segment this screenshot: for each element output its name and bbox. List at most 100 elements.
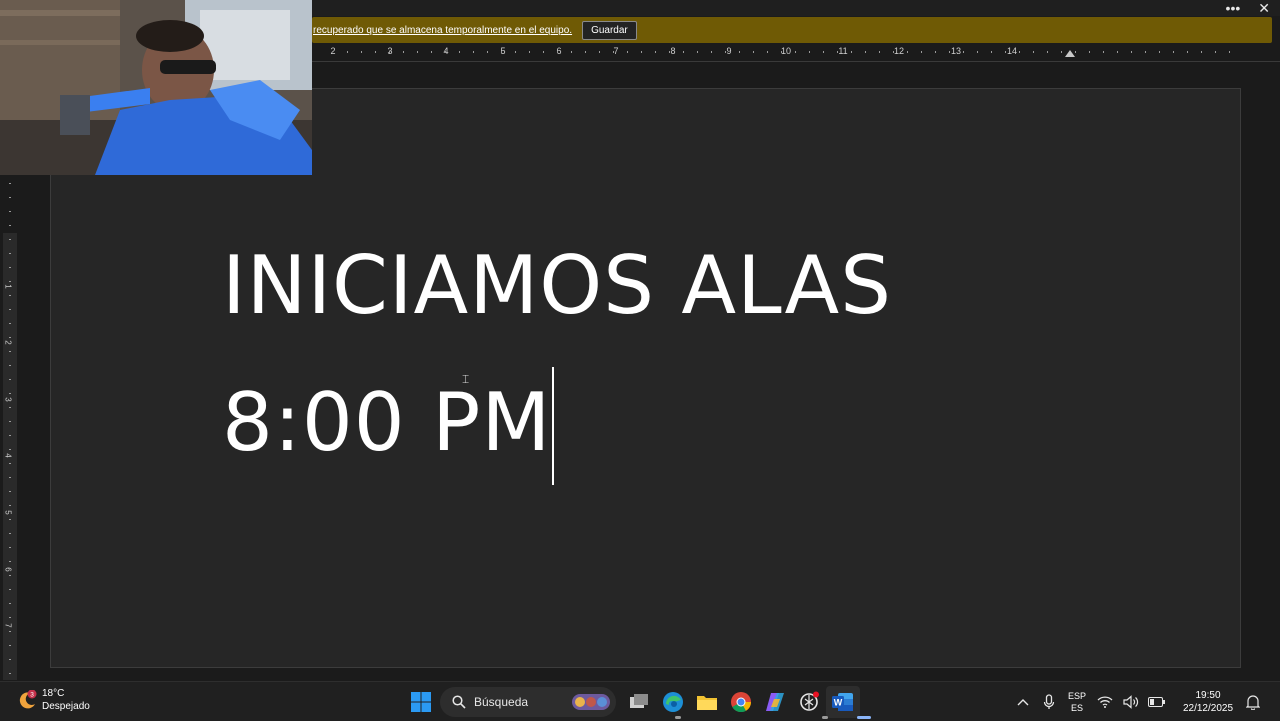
ruler-number: 14	[1006, 46, 1018, 56]
ruler-tick	[1215, 51, 1216, 53]
file-explorer-icon[interactable]	[690, 686, 724, 718]
horizontal-ruler[interactable]: 2 3 4 5 6 7 8 9 10 11 12 13 14	[312, 44, 1280, 60]
ruler-tick	[949, 51, 950, 53]
webcam-image	[0, 0, 312, 175]
vertical-ruler-tick	[9, 477, 11, 478]
ruler-tick	[669, 51, 670, 53]
vertical-ruler-number: 2	[3, 340, 13, 345]
ruler-number: 9	[726, 46, 732, 56]
ruler-number: 2	[330, 46, 336, 56]
volume-icon[interactable]	[1118, 686, 1144, 718]
vertical-ruler-tick	[9, 533, 11, 534]
vertical-ruler-tick	[9, 519, 11, 520]
battery-icon[interactable]	[1144, 686, 1170, 718]
ruler-divider	[312, 61, 1280, 62]
edge-icon[interactable]	[656, 686, 690, 718]
weather-widget[interactable]: 3 18°C Despejado	[18, 687, 90, 713]
ruler-tick	[767, 51, 768, 53]
ruler-tick	[1187, 51, 1188, 53]
ruler-tick	[515, 51, 516, 53]
vertical-ruler-tick	[9, 183, 11, 184]
ruler-tick	[1159, 51, 1160, 53]
ruler-tick	[1019, 51, 1020, 53]
weather-condition-label: Despejado	[42, 701, 90, 712]
ruler-tick	[501, 51, 502, 53]
vertical-ruler-number: 5	[3, 510, 13, 515]
document-text-line[interactable]: 8:00 PM	[222, 376, 551, 469]
ruler-tick	[1061, 51, 1062, 53]
vertical-ruler-tick	[9, 449, 11, 450]
document-text-line[interactable]: INICIAMOS ALAS	[222, 239, 892, 332]
right-indent-marker[interactable]	[1065, 50, 1075, 57]
weather-moon-icon: 3	[18, 689, 38, 710]
search-box[interactable]: Búsqueda	[440, 687, 616, 717]
system-tray: ESP ES 19:50 22/12/2025	[1010, 686, 1266, 718]
ruler-tick	[1075, 51, 1076, 53]
ruler-tick	[865, 51, 866, 53]
ruler-tick	[725, 51, 726, 53]
ruler-tick	[739, 51, 740, 53]
vertical-ruler-tick	[9, 337, 11, 338]
ruler-tick	[921, 51, 922, 53]
mouse-ibeam-cursor: ⌶	[462, 372, 470, 386]
ruler-tick	[1229, 51, 1230, 53]
save-button[interactable]: Guardar	[582, 20, 637, 40]
vertical-ruler-tick	[9, 673, 11, 674]
ruler-tick	[893, 51, 894, 53]
ruler-tick	[1201, 51, 1202, 53]
ruler-tick	[347, 51, 348, 53]
show-hidden-icons-chevron-icon[interactable]	[1010, 686, 1036, 718]
clock[interactable]: 19:50 22/12/2025	[1176, 686, 1240, 718]
weather-text: 18°C Despejado	[42, 687, 90, 713]
ruler-tick	[1117, 51, 1118, 53]
chatgpt-icon[interactable]	[792, 686, 826, 718]
ruler-tick	[1103, 51, 1104, 53]
ruler-tick	[655, 51, 656, 53]
vertical-ruler-tick	[9, 379, 11, 380]
ruler-tick	[529, 51, 530, 53]
ruler-tick	[431, 51, 432, 53]
search-icon	[452, 695, 466, 709]
vertical-ruler-tick	[9, 253, 11, 254]
document-page[interactable]: INICIAMOS ALAS 8:00 PM ⌶	[50, 88, 1241, 668]
vertical-ruler-tick	[9, 365, 11, 366]
ruler-tick	[403, 51, 404, 53]
wifi-icon[interactable]	[1092, 686, 1118, 718]
search-highlight-icon	[572, 694, 610, 710]
windows-start-icon[interactable]	[404, 686, 438, 718]
ruler-tick	[1089, 51, 1090, 53]
recovery-message-bar: recuperado que se almacena temporalmente…	[312, 17, 1272, 43]
vertical-ruler-number: 7	[3, 623, 13, 628]
ruler-tick	[781, 51, 782, 53]
word-icon[interactable]: W	[826, 686, 860, 718]
microphone-icon[interactable]	[1036, 686, 1062, 718]
ruler-tick	[1131, 51, 1132, 53]
language-indicator[interactable]: ESP ES	[1062, 686, 1092, 718]
vertical-ruler-tick	[9, 505, 11, 506]
more-options-button[interactable]: •••	[1226, 0, 1241, 16]
chrome-icon[interactable]	[724, 686, 758, 718]
vertical-ruler-tick	[9, 575, 11, 576]
ruler-tick	[991, 51, 992, 53]
task-view-icon[interactable]	[622, 686, 656, 718]
ruler-tick	[417, 51, 418, 53]
word-active-indicator	[857, 716, 871, 719]
copilot-icon[interactable]	[758, 686, 792, 718]
keyboard-layout: ES	[1070, 703, 1083, 713]
vertical-ruler-number: 3	[3, 397, 13, 402]
ruler-tick	[389, 51, 390, 53]
ruler-tick	[753, 51, 754, 53]
ruler-tick	[1173, 51, 1174, 53]
ruler-tick	[627, 51, 628, 53]
recovery-message-text[interactable]: recuperado que se almacena temporalmente…	[313, 25, 572, 36]
notifications-bell-icon[interactable]	[1240, 686, 1266, 718]
ruler-tick	[445, 51, 446, 53]
vertical-ruler[interactable]: 1 2 3 4 5 6 7	[0, 175, 20, 680]
ruler-tick	[837, 51, 838, 53]
vertical-ruler-tick	[9, 561, 11, 562]
ruler-tick	[361, 51, 362, 53]
close-button[interactable]: ✕	[1258, 0, 1270, 16]
vertical-ruler-tick	[9, 463, 11, 464]
ruler-tick	[1145, 51, 1146, 53]
vertical-ruler-number: 1	[3, 284, 13, 289]
